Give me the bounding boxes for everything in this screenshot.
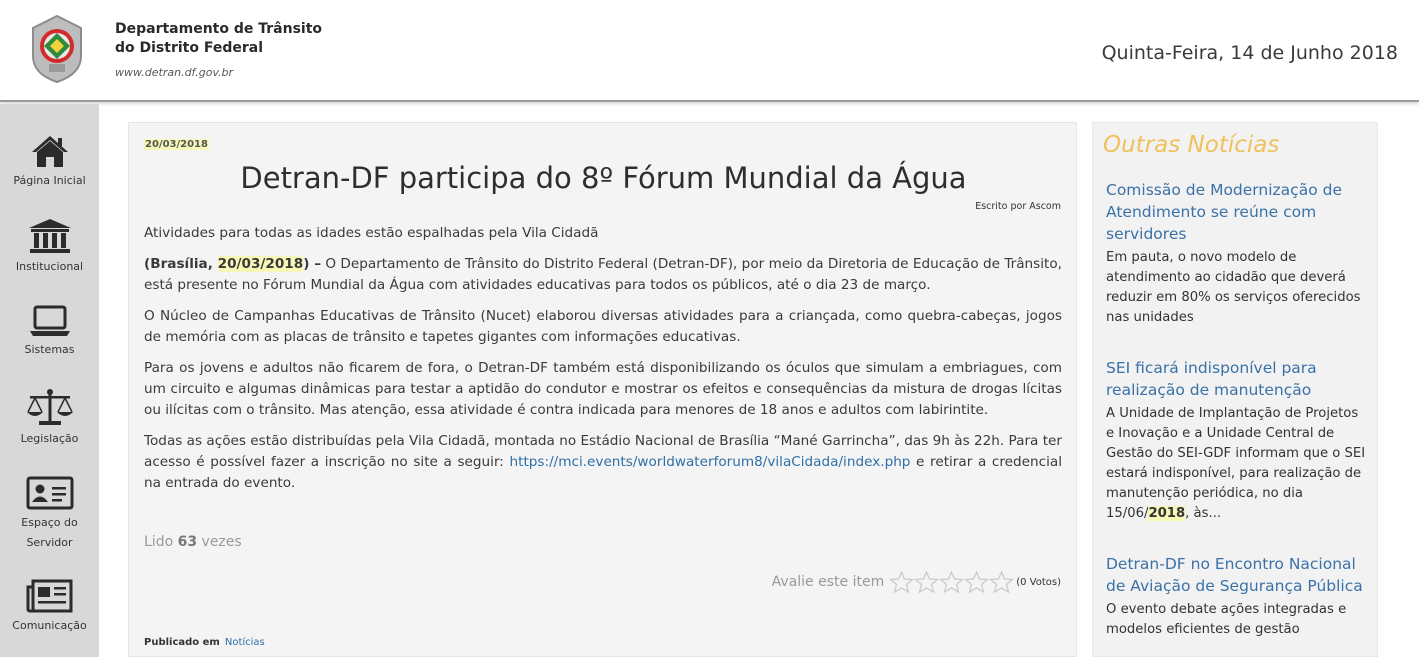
star-5-icon[interactable] [989, 571, 1015, 593]
published-info: Publicado em Notícias [144, 637, 265, 648]
home-icon [31, 136, 68, 167]
org-name-line1: Departamento de Trânsito [115, 21, 323, 37]
news-item: Detran-DF no Encontro Nacional de Aviaçã… [1106, 553, 1368, 640]
other-news-title: Outras Notícias [1103, 132, 1280, 158]
org-name-line2: do Distrito Federal [115, 40, 264, 56]
news-desc-text: , às... [1185, 506, 1222, 521]
article-lead: Atividades para todas as idades estão es… [144, 225, 599, 241]
sidebar-item-legislacao[interactable]: Legislação [0, 388, 99, 449]
header-date: Quinta-Feira, 14 de Junho 2018 [1101, 42, 1398, 64]
news-desc-text: A Unidade de Implantação de Projetos e I… [1106, 406, 1366, 521]
sidebar-item-sistemas[interactable]: Sistemas [0, 305, 99, 360]
category-link[interactable]: Notícias [225, 637, 265, 648]
news-description: Em pauta, o novo modelo de atendimento a… [1106, 250, 1361, 325]
laptop-icon [29, 305, 70, 336]
article-author: Escrito por Ascom [975, 201, 1061, 212]
hits-suffix: vezes [197, 534, 242, 550]
hits-count: 63 [177, 534, 198, 550]
sidebar-item-comunicacao[interactable]: Comunicação [0, 579, 99, 636]
id-card-icon [26, 476, 73, 510]
sidebar-item-espaco-servidor[interactable]: Espaço do Servidor [0, 476, 99, 553]
sidebar-item-label: Comunicação [12, 619, 87, 632]
sidebar-item-label: Sistemas [24, 343, 75, 356]
news-title-link[interactable]: Detran-DF no Encontro Nacional de Aviaçã… [1106, 553, 1368, 597]
star-1-icon[interactable] [889, 571, 915, 593]
detran-logo[interactable] [29, 14, 85, 84]
rating-label: Avalie este item [771, 574, 885, 590]
star-3-icon[interactable] [939, 571, 965, 593]
article-body: Atividades para todas as idades estão es… [144, 223, 1062, 504]
sidebar-item-institucional[interactable]: Institucional [0, 218, 99, 277]
sidebar-nav: Página Inicial Institucional Sistemas Le… [0, 104, 99, 657]
news-title-link[interactable]: SEI ficará indisponível para realização … [1106, 357, 1368, 401]
paragraph-prefix: (Brasília, [144, 256, 218, 272]
other-news-panel: Outras Notícias Comissão de Modernização… [1092, 122, 1378, 657]
article-paragraph: O Núcleo de Campanhas Educativas de Trân… [144, 308, 1062, 345]
hits-prefix: Lido [144, 534, 178, 550]
paragraph-prefix-close: ) – [303, 256, 322, 272]
article: 20/03/2018 Detran-DF participa do 8º Fór… [128, 122, 1077, 657]
org-site: www.detran.df.gov.br [115, 66, 234, 79]
article-title: Detran-DF participa do 8º Fórum Mundial … [240, 161, 967, 195]
institution-icon [28, 219, 71, 253]
org-name: Departamento de Trânsito do Distrito Fed… [115, 20, 322, 58]
highlighted-date: 20/03/2018 [217, 256, 304, 272]
sidebar-item-label: Legislação [20, 432, 79, 445]
article-paragraph: Para os jovens e adultos não ficarem de … [144, 360, 1062, 418]
article-date: 20/03/2018 [144, 139, 209, 150]
star-4-icon[interactable] [964, 571, 990, 593]
sidebar-item-home[interactable]: Página Inicial [0, 134, 99, 191]
star-2-icon[interactable] [914, 571, 940, 593]
newspaper-icon [26, 579, 72, 613]
rating-widget: Avalie este item (0 Votos) [772, 571, 1061, 593]
sidebar-item-label: Página Inicial [13, 174, 86, 187]
site-header: Departamento de Trânsito do Distrito Fed… [0, 0, 1419, 102]
scales-icon [26, 389, 73, 425]
article-paragraph: Todas as ações estão distribuídas pela V… [144, 431, 1062, 494]
article-paragraph: (Brasília, 20/03/2018) – O Departamento … [144, 254, 1062, 296]
registration-link[interactable]: https://mci.events/worldwaterforum8/vila… [510, 454, 911, 470]
published-label: Publicado em [144, 637, 220, 648]
sidebar-item-label: Espaço do Servidor [21, 516, 78, 549]
news-description: A Unidade de Implantação de Projetos e I… [1106, 404, 1368, 524]
news-item: Comissão de Modernização de Atendimento … [1106, 179, 1368, 328]
highlighted-year: 2018 [1148, 506, 1186, 521]
sidebar-item-label: Institucional [15, 260, 84, 273]
news-item: SEI ficará indisponível para realização … [1106, 357, 1368, 524]
votes-count: (0 Votos) [1016, 576, 1061, 588]
hits-counter: Lido 63 vezes [144, 534, 242, 550]
news-title-link[interactable]: Comissão de Modernização de Atendimento … [1106, 179, 1368, 245]
news-description: O evento debate ações integradas e model… [1106, 602, 1347, 637]
